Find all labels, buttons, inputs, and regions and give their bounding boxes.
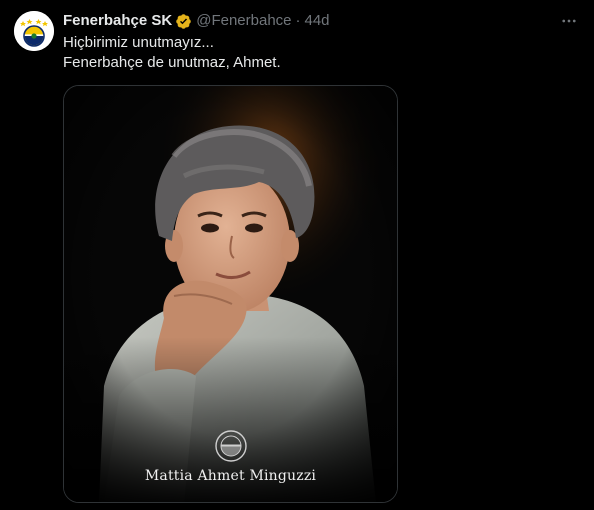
user-handle[interactable]: @Fenerbahce [196, 11, 291, 31]
verified-badge-icon[interactable] [175, 13, 192, 30]
portrait-image [64, 86, 397, 502]
tweet-media-image[interactable]: Mattia Ahmet Minguzzi [63, 85, 398, 503]
display-name[interactable]: Fenerbahçe SK [63, 11, 172, 31]
tweet-card[interactable]: Fenerbahçe SK @Fenerbahce · 44d Hiçbirim… [0, 0, 594, 510]
tweet-text: Hiçbirimiz unutmayız... Fenerbahçe de un… [63, 34, 281, 71]
tweet-header: Fenerbahçe SK @Fenerbahce · 44d [63, 11, 330, 31]
image-caption: Mattia Ahmet Minguzzi [144, 468, 317, 484]
timestamp[interactable]: 44d [305, 11, 330, 31]
more-horizontal-icon[interactable] [558, 10, 580, 32]
separator-dot: · [295, 12, 301, 29]
avatar[interactable] [14, 11, 54, 51]
fenerbahce-logo-icon [14, 11, 54, 51]
fenerbahce-crest-icon [215, 430, 247, 462]
